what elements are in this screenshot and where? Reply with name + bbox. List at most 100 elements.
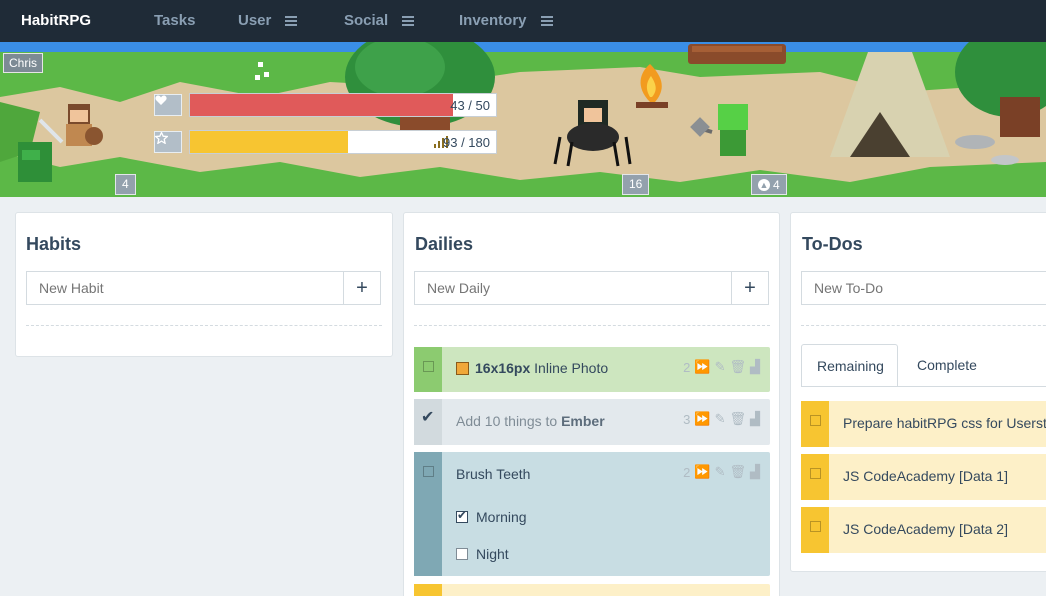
fast-forward-icon: ⏩ (694, 464, 711, 479)
habits-panel: Habits + (15, 212, 393, 357)
nav-social[interactable]: Social (344, 12, 415, 29)
star-icon (154, 131, 182, 153)
new-habit-input[interactable] (26, 271, 344, 305)
nav-inventory[interactable]: Inventory (459, 12, 553, 29)
menu-icon (402, 14, 415, 28)
daily-text-rest: Inline Photo (530, 360, 609, 376)
dailies-panel: Dailies + 16x16px Inline Photo 2 ⏩ ✎ 🗑 ▟… (403, 212, 780, 596)
habits-title: Habits (26, 234, 82, 254)
daily-text-bold: 16x16px (475, 360, 531, 376)
nav-tasks[interactable]: Tasks (154, 12, 195, 29)
heart-icon (154, 94, 182, 116)
add-habit-button[interactable]: + (343, 271, 381, 305)
daily-checkbox-area[interactable] (414, 452, 442, 576)
fast-forward-icon: ⏩ (694, 411, 711, 426)
todo-checkbox[interactable] (810, 468, 821, 479)
party-member-level-value: 4 (773, 177, 780, 192)
daily-item[interactable]: Brush Teeth 2 ⏩ ✎ 🗑 ▟ ✔ Morning Night (414, 452, 770, 576)
daily-checkbox[interactable] (423, 361, 434, 372)
health-bar: 43 / 50 (189, 93, 497, 117)
todo-text: JS CodeAcademy [Data 1] (843, 468, 1008, 484)
daily-text: Brush Teeth (456, 466, 531, 482)
checkmark-icon: ✔ (457, 508, 468, 522)
chart-icon[interactable]: ▟ (750, 411, 760, 427)
arrow-up-circle-icon: ▲ (758, 178, 770, 191)
menu-icon (540, 14, 553, 28)
daily-text: 16x16px Inline Photo (456, 360, 608, 376)
daily-item[interactable] (414, 584, 770, 596)
daily-checkbox[interactable] (423, 466, 434, 477)
daily-text-bold: Ember (561, 413, 605, 429)
streak-count: 2 (683, 359, 691, 375)
inline-photo-icon (456, 361, 469, 375)
todos-title: To-Dos (802, 234, 863, 254)
daily-tools: 3 ⏩ ✎ 🗑 ▟ (683, 411, 760, 427)
chart-icon[interactable]: ▟ (750, 464, 760, 480)
todo-text: Prepare habitRPG css for Userstyles (843, 415, 1046, 431)
add-daily-button[interactable]: + (731, 271, 769, 305)
edit-icon[interactable]: ✎ (715, 411, 726, 427)
daily-item[interactable]: 16x16px Inline Photo 2 ⏩ ✎ 🗑 ▟ (414, 347, 770, 392)
daily-text: Add 10 things to Ember (456, 413, 605, 429)
nav-user-label: User (238, 12, 272, 29)
nav-social-label: Social (344, 12, 389, 29)
todo-checkbox-area[interactable] (801, 454, 829, 500)
player-level-badge: 4 (115, 174, 136, 195)
checklist-checkbox[interactable]: ✔ (456, 508, 468, 523)
daily-item[interactable]: ✔ Add 10 things to Ember 3 ⏩ ✎ 🗑 ▟ (414, 399, 770, 445)
trash-icon[interactable]: 🗑 (729, 411, 746, 427)
daily-checkbox-area[interactable] (414, 347, 442, 392)
daily-text-rest: Add 10 things to (456, 413, 562, 429)
todo-checkbox-area[interactable] (801, 507, 829, 553)
todo-checkbox-area[interactable] (801, 401, 829, 447)
health-value: 43 / 50 (450, 98, 490, 113)
checklist-label: Night (476, 546, 509, 562)
trash-icon[interactable]: 🗑 (729, 464, 746, 480)
streak-count: 3 (683, 411, 691, 427)
nav-user[interactable]: User (238, 12, 298, 29)
pixel-landscape-background (0, 42, 1046, 197)
todo-item[interactable]: Prepare habitRPG css for Userstyles (801, 401, 1046, 447)
edit-icon[interactable]: ✎ (715, 359, 726, 375)
divider (801, 325, 1046, 326)
todo-checkbox[interactable] (810, 521, 821, 532)
dailies-title: Dailies (415, 234, 474, 254)
todo-text: JS CodeAcademy [Data 2] (843, 521, 1008, 537)
todo-item[interactable]: JS CodeAcademy [Data 1] (801, 454, 1046, 500)
checklist-item[interactable]: Night (456, 546, 509, 562)
daily-checkbox-area[interactable] (414, 584, 442, 596)
health-bar-fill (190, 94, 454, 116)
trash-icon[interactable]: 🗑 (729, 359, 746, 375)
checklist-checkbox[interactable] (456, 548, 468, 560)
fast-forward-icon: ⏩ (694, 359, 711, 374)
experience-value: 93 / 180 (443, 135, 490, 150)
checklist-label: Morning (476, 509, 527, 525)
experience-bar-fill (190, 131, 349, 153)
tab-complete[interactable]: Complete (902, 344, 992, 386)
tab-remaining[interactable]: Remaining (801, 344, 898, 386)
experience-bar: 93 / 180 (189, 130, 497, 154)
party-header-scene: Chris 43 / 50 93 / 180 4 16 ▲ 4 (0, 42, 1046, 197)
todo-checkbox[interactable] (810, 415, 821, 426)
chart-icon[interactable]: ▟ (750, 359, 760, 375)
brand-logo[interactable]: HabitRPG (21, 12, 91, 29)
checkmark-icon[interactable]: ✔ (421, 407, 434, 427)
new-daily-input[interactable] (414, 271, 732, 305)
divider (414, 325, 770, 326)
streak-count: 2 (683, 464, 691, 480)
party-member-level-badge: 16 (622, 174, 650, 195)
nav-inventory-label: Inventory (459, 12, 527, 29)
menu-icon (285, 14, 298, 28)
daily-tools: 2 ⏩ ✎ 🗑 ▟ (683, 359, 760, 375)
tabs-underline (801, 386, 1046, 387)
new-todo-input[interactable] (801, 271, 1046, 305)
checklist-item[interactable]: ✔ Morning (456, 508, 527, 525)
divider (26, 325, 382, 326)
daily-checkbox-area[interactable]: ✔ (414, 399, 442, 445)
daily-tools: 2 ⏩ ✎ 🗑 ▟ (683, 464, 760, 480)
party-member-level-badge: ▲ 4 (751, 174, 787, 195)
todo-item[interactable]: JS CodeAcademy [Data 2] (801, 507, 1046, 553)
edit-icon[interactable]: ✎ (715, 464, 726, 480)
nav-tasks-label: Tasks (154, 12, 196, 29)
player-name-tag[interactable]: Chris (3, 53, 44, 73)
